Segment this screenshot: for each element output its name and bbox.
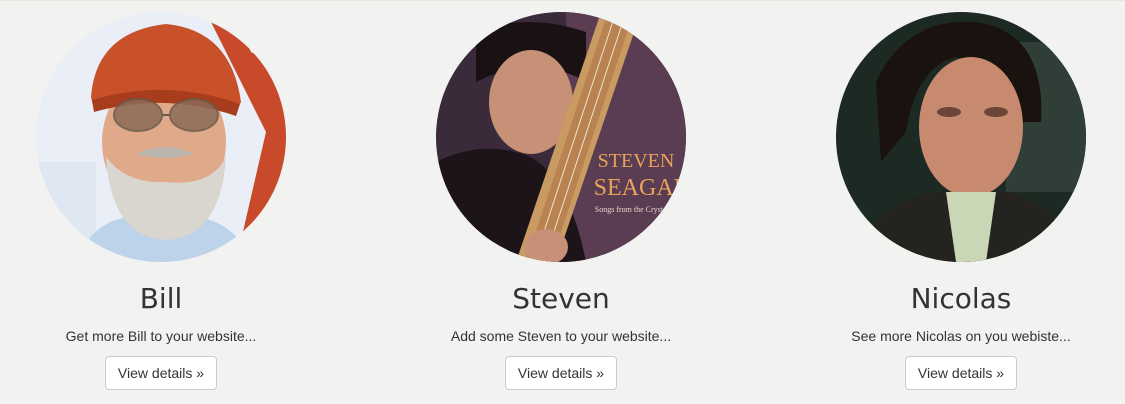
view-details-button[interactable]: View details »	[905, 356, 1017, 390]
album-subtitle: Songs from the Crystal Cave	[595, 205, 686, 214]
album-title-line1: STEVEN	[598, 150, 675, 172]
card-title: Nicolas	[910, 282, 1012, 315]
card-description: Get more Bill to your website...	[65, 328, 257, 344]
card-title: Steven	[512, 282, 610, 315]
marketing-row: Bill Get more Bill to your website... Vi…	[0, 0, 1125, 404]
nicolas-portrait-image	[836, 12, 1086, 262]
card-description: See more Nicolas on you webiste...	[851, 328, 1071, 344]
view-details-button[interactable]: View details »	[105, 356, 217, 390]
view-details-button[interactable]: View details »	[505, 356, 617, 390]
card-description: Add some Steven to your website...	[450, 328, 672, 344]
avatar-bill	[36, 12, 286, 262]
steven-album-cover-image: STEVEN SEAGAL Songs from the Crystal Cav…	[436, 12, 686, 262]
album-title-line2: SEAGAL	[594, 175, 686, 201]
avatar-steven: STEVEN SEAGAL Songs from the Crystal Cav…	[436, 12, 686, 262]
card-title: Bill	[139, 282, 183, 315]
bill-portrait-image	[36, 12, 286, 262]
avatar-nicolas	[836, 12, 1086, 262]
